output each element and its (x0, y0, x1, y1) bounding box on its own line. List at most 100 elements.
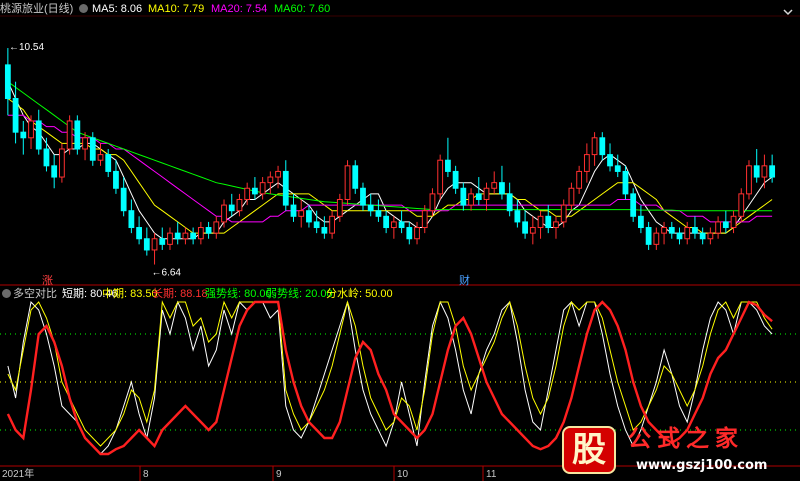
candle-body (275, 170, 281, 178)
watermark-logo: 股 (562, 426, 616, 474)
candle-body (344, 165, 351, 200)
candle-body (228, 204, 235, 212)
candle-body (545, 215, 552, 229)
candle-body (35, 120, 42, 150)
candle-body (437, 159, 444, 195)
tag-cai[interactable]: 财 (459, 275, 470, 287)
watermark: 股 公式之家 www.gszj100.com (556, 424, 800, 481)
candle-body (692, 227, 698, 234)
candle-body (336, 198, 343, 217)
candle-body (321, 227, 328, 234)
indicator-water: 分水岭: 50.00 (326, 288, 393, 300)
watermark-url: www.gszj100.com (636, 458, 768, 473)
candle-body (313, 221, 320, 229)
candle-body (746, 165, 752, 195)
candle-body (20, 131, 27, 139)
candle-body (89, 137, 96, 161)
low-price-label: ←6.64 (152, 268, 182, 279)
candle-body (197, 227, 204, 240)
candle-body (614, 165, 621, 172)
candle-body (174, 232, 181, 240)
candle-body (738, 193, 745, 217)
candle-body (28, 120, 34, 139)
ma60-label: MA60: 7.60 (274, 3, 331, 15)
candle-body (4, 64, 11, 100)
stock-chart[interactable]: ←10.54 ←6.64 (0, 0, 800, 481)
tag-zhang[interactable]: 涨 (42, 275, 53, 287)
candle-body (491, 182, 498, 189)
candle-body (390, 221, 397, 229)
candle-body (360, 187, 366, 206)
ma10-label: MA10: 7.79 (148, 3, 205, 15)
candle-body (120, 187, 127, 212)
candle-body (406, 227, 413, 240)
indicator-mid: 中期: 83.50 (102, 288, 158, 300)
candle-body (460, 187, 467, 206)
candle-body (128, 210, 135, 229)
candle-body (622, 170, 629, 195)
candle-body (375, 210, 382, 217)
candle-body (298, 210, 305, 217)
candle-body (506, 193, 513, 212)
indicator-weak: 弱势线: 20.00 (266, 288, 333, 300)
candle-body (653, 232, 660, 245)
candle-body (414, 227, 420, 240)
candle-body (74, 120, 81, 150)
candle-body (522, 221, 528, 234)
candle-body (167, 232, 173, 245)
indicator-strong: 强势线: 80.00 (205, 288, 272, 300)
candle-body (306, 210, 312, 223)
candle-body (421, 210, 428, 229)
candle-body (12, 98, 19, 133)
indicator-name: 多空对比 (13, 288, 57, 300)
candle-body (105, 154, 112, 172)
candle-body (59, 148, 65, 178)
candle-body (715, 221, 721, 234)
candle-body (236, 198, 243, 212)
candle-body (730, 215, 737, 229)
candle-body (136, 227, 142, 240)
candle-body (599, 137, 606, 156)
candle-body (51, 165, 58, 178)
date-axis-2: 9 (276, 469, 282, 480)
candle-body (576, 170, 583, 189)
candle-body (259, 182, 266, 195)
candle-body (769, 165, 776, 178)
candle-body (468, 193, 474, 206)
candle-body (143, 238, 150, 251)
candle-body (568, 187, 575, 206)
candle-body (429, 193, 436, 212)
date-axis-4: 11 (486, 469, 497, 480)
candle-body (159, 238, 166, 245)
candle-body (252, 187, 258, 195)
candle-body (684, 227, 691, 240)
candle-body (583, 154, 590, 172)
candle-body (66, 120, 73, 150)
watermark-title: 公式之家 (628, 426, 744, 452)
stock-title: 桃源旅业(日线) (0, 3, 74, 15)
candle-body (97, 154, 104, 161)
candle-body (445, 159, 451, 172)
ma5-label: MA5: 8.06 (92, 3, 143, 15)
date-axis-0: 2021年 (2, 469, 35, 480)
candle-body (213, 221, 220, 234)
candle-body (699, 232, 706, 240)
indicator-settings-icon[interactable] (2, 289, 11, 298)
candle-body (668, 227, 675, 234)
candle-body (537, 215, 544, 229)
header-bar: 桃源旅业(日线) (0, 2, 73, 16)
candle-body (221, 204, 227, 223)
settings-dot-icon[interactable] (79, 4, 88, 13)
candle-body (475, 193, 482, 200)
ma20-label: MA20: 7.54 (211, 3, 268, 15)
candle-body (82, 137, 88, 150)
indicator-long: 长期: 88.18 (152, 288, 208, 300)
chevron-down-icon[interactable] (783, 4, 793, 16)
candle-body (452, 170, 459, 189)
candle-body (282, 170, 289, 206)
candle-body (205, 227, 212, 234)
candle-body (761, 165, 768, 178)
candle-body (182, 232, 189, 240)
candle-body (290, 204, 297, 217)
candle-body (661, 227, 667, 234)
